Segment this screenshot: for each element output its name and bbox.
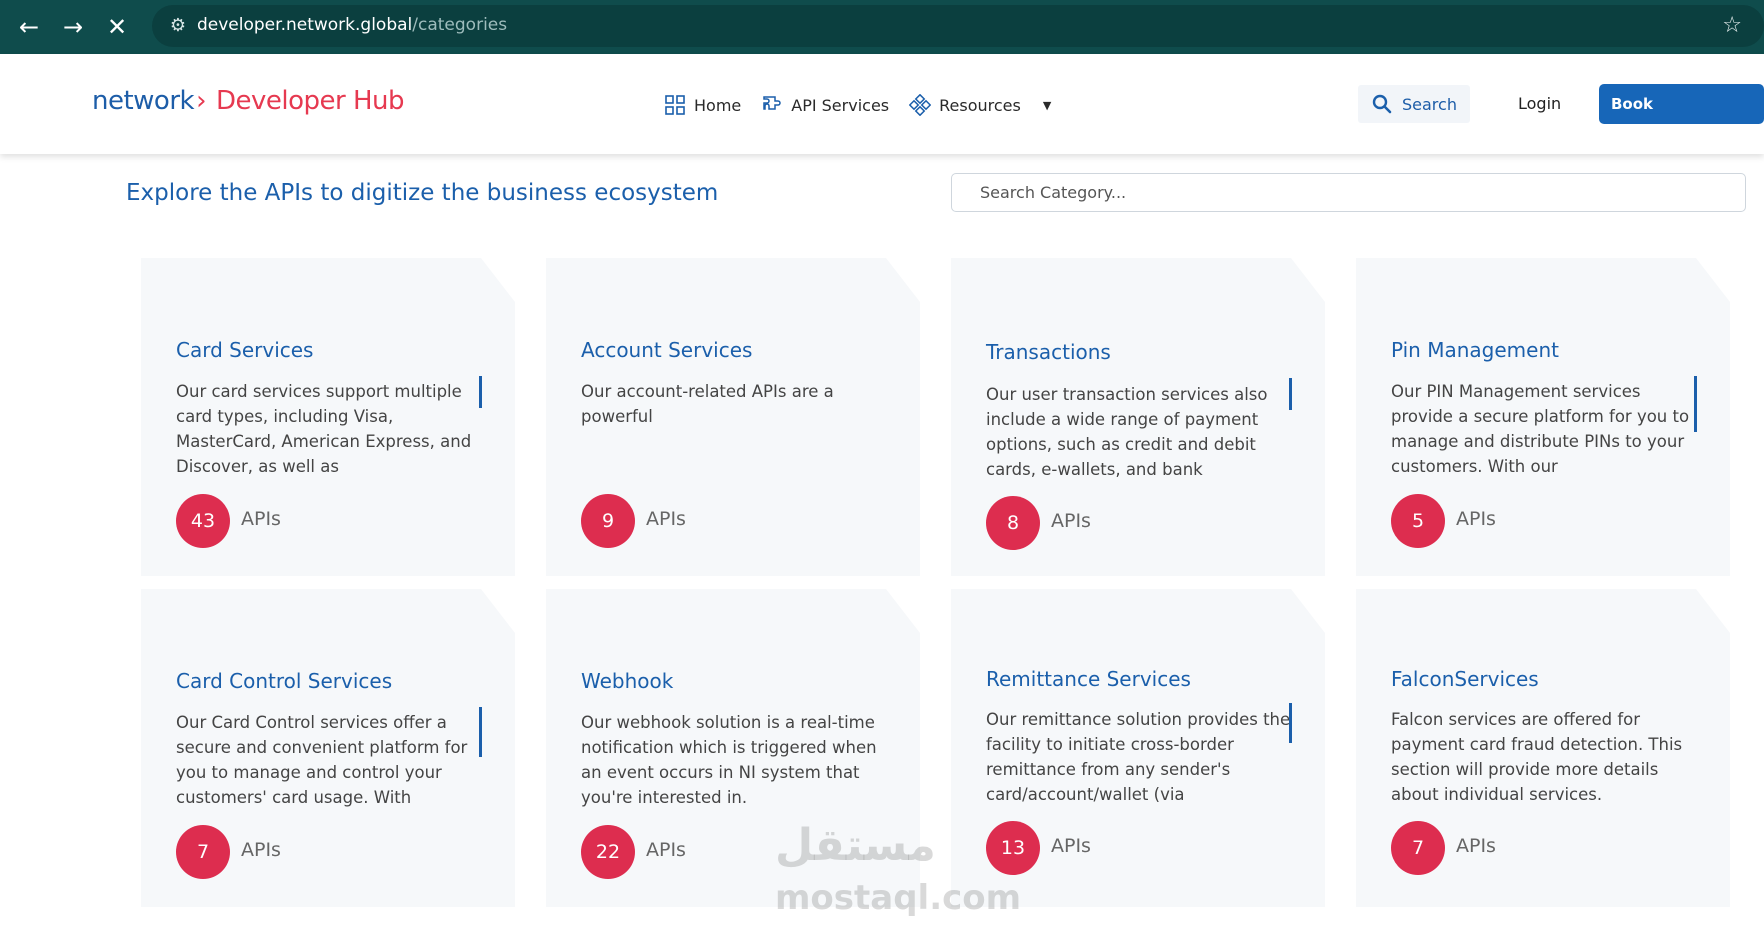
back-arrow-icon[interactable]: ← — [12, 10, 46, 44]
category-card-account-services[interactable]: Account Services Our account-related API… — [546, 258, 920, 576]
nav-home[interactable]: Home — [664, 94, 741, 116]
api-count-badge: 7 — [176, 825, 230, 879]
brand-logo[interactable]: network› Developer Hub — [92, 86, 405, 116]
nav-api-services[interactable]: API Services — [761, 94, 889, 116]
card-description: Our user transaction services also inclu… — [986, 385, 1268, 479]
book-appointment-button[interactable]: Book Appointment — [1599, 84, 1764, 153]
api-count-label: APIs — [1051, 510, 1091, 532]
search-category-input[interactable] — [951, 173, 1746, 212]
card-title: FalconServices — [1391, 667, 1539, 691]
card-scrollbar[interactable] — [1694, 376, 1697, 432]
nav-resources[interactable]: Resources ▼ — [909, 94, 1051, 116]
card-title: Account Services — [581, 338, 753, 362]
header-search-button[interactable]: Search — [1358, 85, 1470, 123]
search-icon — [1372, 94, 1392, 114]
site-header: network› Developer Hub Home API Services … — [0, 54, 1764, 154]
api-count-badge: 22 — [581, 825, 635, 879]
category-card-falcon-services[interactable]: FalconServices Falcon services are offer… — [1356, 589, 1730, 907]
watermark-arabic: مستقل — [775, 820, 936, 871]
url-host: developer.network.global — [197, 15, 413, 35]
card-description: Our remittance solution provides the fac… — [986, 710, 1291, 804]
card-description: Our webhook solution is a real-time noti… — [581, 713, 877, 807]
caret-down-icon[interactable]: ▼ — [1043, 99, 1051, 112]
api-count-badge: 8 — [986, 496, 1040, 550]
card-scrollbar[interactable] — [479, 707, 482, 757]
grid-icon — [665, 95, 685, 115]
card-scrollbar[interactable] — [479, 376, 482, 408]
api-count-label: APIs — [646, 508, 686, 530]
card-title: Webhook — [581, 669, 674, 693]
category-card-card-services[interactable]: Card Services Our card services support … — [141, 258, 515, 576]
api-count-label: APIs — [1456, 835, 1496, 857]
logo-arrow: › — [196, 86, 206, 116]
category-card-remittance-services[interactable]: Remittance Services Our remittance solut… — [951, 589, 1325, 907]
site-settings-icon[interactable]: ⚙ — [166, 14, 190, 38]
url-text: developer.network.global/categories — [197, 15, 507, 35]
card-scrollbar[interactable] — [1289, 703, 1292, 743]
api-count-badge: 5 — [1391, 494, 1445, 548]
api-count-label: APIs — [646, 839, 686, 861]
login-link[interactable]: Login — [1518, 94, 1561, 113]
browser-toolbar: ← → ✕ ⚙ developer.network.global/categor… — [0, 0, 1764, 54]
address-bar[interactable]: ⚙ developer.network.global/categories ☆ — [152, 5, 1764, 47]
api-count-label: APIs — [241, 839, 281, 861]
forward-arrow-icon[interactable]: → — [56, 10, 90, 44]
nav-resources-label: Resources — [939, 95, 1021, 115]
nav-home-label: Home — [694, 95, 742, 115]
card-description: Falcon services are offered for payment … — [1391, 710, 1683, 804]
api-count-badge: 13 — [986, 821, 1040, 875]
stop-loading-icon[interactable]: ✕ — [100, 10, 134, 44]
category-card-card-control-services[interactable]: Card Control Services Our Card Control s… — [141, 589, 515, 907]
watermark-latin: mostaql.com — [775, 878, 1022, 918]
api-count-label: APIs — [1456, 508, 1496, 530]
api-count-badge: 9 — [581, 494, 635, 548]
card-description: Our PIN Management services provide a se… — [1391, 382, 1690, 476]
logo-hub-text: Developer Hub — [216, 86, 405, 116]
card-title: Remittance Services — [986, 667, 1191, 691]
bookmark-star-icon[interactable]: ☆ — [1722, 13, 1742, 38]
category-card-pin-management[interactable]: Pin Management Our PIN Management servic… — [1356, 258, 1730, 576]
diamond-nodes-icon — [909, 94, 932, 116]
main-nav: Home API Services Resources ▼ — [664, 94, 1051, 116]
api-count-badge: 43 — [176, 494, 230, 548]
card-title: Card Services — [176, 338, 314, 362]
nav-api-services-label: API Services — [791, 95, 890, 115]
card-description: Our account-related APIs are a powerful — [581, 382, 834, 426]
card-title: Card Control Services — [176, 669, 393, 693]
card-scrollbar[interactable] — [1289, 378, 1292, 410]
page-headline: Explore the APIs to digitize the busines… — [126, 180, 719, 206]
card-title: Transactions — [986, 340, 1111, 364]
card-title: Pin Management — [1391, 338, 1559, 362]
puzzle-icon — [763, 96, 781, 110]
search-label: Search — [1402, 94, 1457, 114]
api-count-label: APIs — [241, 508, 281, 530]
card-description: Our Card Control services offer a secure… — [176, 713, 468, 807]
api-count-label: APIs — [1051, 835, 1091, 857]
api-count-badge: 7 — [1391, 821, 1445, 875]
category-card-transactions[interactable]: Transactions Our user transaction servic… — [951, 258, 1325, 576]
url-path: /categories — [412, 15, 508, 35]
card-description: Our card services support multiple card … — [176, 382, 472, 476]
logo-network-text: network — [92, 86, 195, 116]
